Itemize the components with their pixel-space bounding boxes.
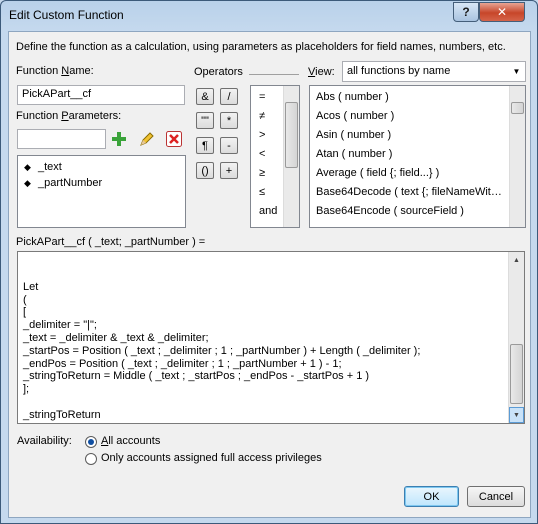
function-name-label: Function Name: (16, 65, 94, 77)
list-item[interactable]: > (259, 129, 265, 141)
drag-handle-icon: ◆ (24, 178, 31, 188)
plus-icon (112, 131, 126, 146)
close-button[interactable]: ✕ (479, 2, 525, 22)
operators-label: Operators (194, 66, 243, 78)
functions-list[interactable]: Abs ( number ) Acos ( number ) Asin ( nu… (309, 85, 526, 228)
function-signature: PickAPart__cf ( _text; _partNumber ) = (16, 236, 206, 248)
operator-button[interactable]: / (220, 88, 238, 105)
all-accounts-label[interactable]: All accounts (101, 435, 160, 447)
operator-button[interactable]: * (220, 112, 238, 129)
window-title: Edit Custom Function (9, 8, 124, 22)
scroll-thumb[interactable] (285, 102, 298, 168)
operator-button[interactable]: + (220, 162, 238, 179)
scroll-up-icon[interactable]: ▲ (509, 252, 524, 268)
calculation-line: _stringToReturn = Middle ( _text ; _star… (23, 370, 370, 383)
add-parameter-button[interactable] (110, 130, 128, 147)
list-item[interactable]: Asin ( number ) (316, 129, 391, 141)
list-item[interactable]: ◆ _text (24, 161, 62, 173)
comparison-operators-list[interactable]: = ≠ > < ≥ ≤ and (250, 85, 300, 228)
scroll-thumb[interactable] (511, 102, 524, 114)
list-item[interactable]: Base64Decode ( text {; fileNameWit… (316, 186, 502, 198)
operator-button[interactable]: ¶ (196, 137, 214, 154)
operator-button[interactable]: "" (196, 112, 214, 129)
calculation-line (23, 268, 420, 281)
list-item[interactable]: ◆ _partNumber (24, 177, 102, 189)
operator-button[interactable]: () (196, 162, 214, 179)
calculation-line (23, 396, 420, 409)
list-item[interactable]: < (259, 148, 265, 160)
calculation-line: _endPos = Position ( _text ; _delimiter … (23, 357, 342, 370)
full-access-label[interactable]: Only accounts assigned full access privi… (101, 452, 322, 464)
operators-scrollbar[interactable] (283, 86, 299, 227)
scroll-thumb[interactable] (510, 344, 523, 404)
parameters-list[interactable]: ◆ _text ◆ _partNumber (17, 155, 186, 228)
drag-handle-icon: ◆ (24, 162, 31, 172)
function-parameters-label: Function Parameters: (16, 110, 122, 122)
functions-scrollbar[interactable] (509, 86, 525, 227)
all-accounts-radio[interactable] (85, 436, 97, 448)
list-item[interactable]: ≠ (259, 110, 265, 122)
operator-button[interactable]: - (220, 137, 238, 154)
calculation-line: Let (23, 280, 39, 293)
chevron-down-icon: ▼ (512, 67, 521, 76)
list-item[interactable]: Abs ( number ) (316, 91, 389, 103)
list-item[interactable]: Average ( field {; field...} ) (316, 167, 439, 179)
edit-parameter-button[interactable] (138, 130, 156, 147)
radio-selected-dot (88, 439, 94, 445)
list-item[interactable]: Acos ( number ) (316, 110, 394, 122)
calculation-scrollbar[interactable]: ▲ ▼ (508, 252, 524, 423)
title-bar[interactable]: Edit Custom Function ? ✕ (1, 1, 537, 31)
availability-label: Availability: (17, 435, 72, 447)
view-dropdown[interactable]: all functions by name ▼ (342, 61, 526, 82)
list-item[interactable]: ≥ (259, 167, 265, 179)
calculation-line: _delimiter = "|"; (23, 319, 97, 332)
calculation-text[interactable]: Let([_delimiter = "|"; _text = _delimiter… (23, 268, 421, 423)
list-item[interactable]: ≤ (259, 186, 265, 198)
view-label: View: (308, 66, 335, 78)
view-dropdown-value: all functions by name (347, 65, 451, 77)
dialog-body: Define the function as a calculation, us… (8, 31, 531, 518)
parameter-input[interactable] (17, 129, 106, 149)
function-name-input[interactable]: PickAPart__cf (17, 85, 185, 105)
delete-parameter-button[interactable] (165, 130, 183, 147)
list-item[interactable]: and (259, 205, 277, 217)
operator-button[interactable]: & (196, 88, 214, 105)
calculation-line: [ (23, 306, 27, 319)
cancel-button[interactable]: Cancel (467, 486, 525, 507)
help-button[interactable]: ? (453, 2, 479, 22)
list-item[interactable]: Atan ( number ) (316, 148, 392, 160)
calculation-line: _stringToReturn (23, 408, 101, 421)
ok-button[interactable]: OK (404, 486, 459, 507)
calculation-line: ( (23, 293, 27, 306)
calculation-editor[interactable]: Let([_delimiter = "|"; _text = _delimiter… (17, 251, 525, 424)
calculation-line: _startPos = Position ( _text ; _delimite… (23, 344, 421, 357)
calculation-line: ]; (23, 383, 30, 396)
list-item[interactable]: = (259, 91, 265, 103)
description-text: Define the function as a calculation, us… (16, 41, 506, 53)
scroll-down-icon[interactable]: ▼ (509, 407, 524, 423)
dialog-window: Edit Custom Function ? ✕ Define the func… (0, 0, 538, 524)
list-item[interactable]: Base64Encode ( sourceField ) (316, 205, 464, 217)
pencil-icon (140, 131, 154, 146)
calculation-line: ) (23, 422, 420, 423)
calculation-line: _text = _delimiter & _text & _delimiter; (23, 331, 209, 344)
full-access-radio[interactable] (85, 453, 97, 465)
operators-divider (249, 74, 299, 75)
delete-x-icon (166, 130, 182, 147)
